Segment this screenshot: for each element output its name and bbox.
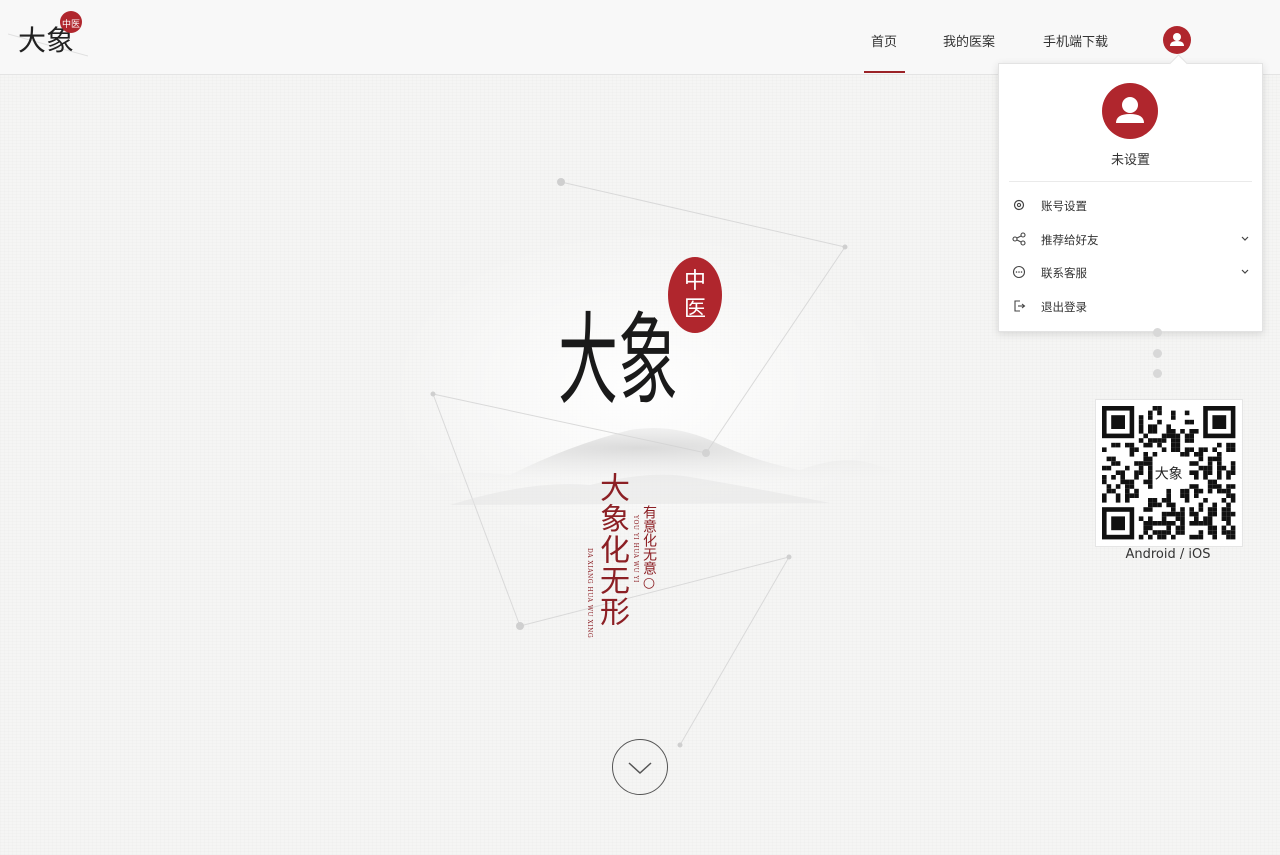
user-dropdown-menu: 未设置 账号设置 推荐给好友 联系客服 退出登录 — [998, 54, 1263, 332]
menu-item-label: 推荐给好友 — [1041, 233, 1099, 247]
brand-logo[interactable]: 大象 中医 — [8, 4, 88, 70]
nav-mobile-download[interactable]: 手机端下载 — [1043, 31, 1108, 50]
slogan-main-pinyin: DA XIANG HUA WU XING — [586, 548, 593, 639]
menu-item-label: 联系客服 — [1041, 266, 1087, 280]
dropdown-divider — [1009, 181, 1252, 182]
menu-item-label: 退出登录 — [1041, 300, 1087, 314]
chevron-down-icon — [1241, 269, 1249, 274]
user-icon — [1170, 33, 1184, 46]
share-icon — [1012, 232, 1026, 246]
slogan-main: 大象化无形 — [594, 472, 629, 627]
logo-seal-text: 中医 — [62, 18, 80, 30]
slogan-sub: 有意化无意○ — [641, 505, 657, 591]
svg-text:大象: 大象 — [1155, 467, 1183, 483]
chevron-down-icon — [628, 762, 652, 775]
chat-icon — [1012, 265, 1026, 279]
menu-item-recommend[interactable]: 推荐给好友 — [999, 225, 1262, 255]
user-icon — [1116, 97, 1144, 123]
slogan-sub-pinyin: YOU YI HUA WU YI — [632, 515, 639, 583]
gear-icon — [1013, 199, 1025, 211]
pager-dot[interactable] — [1153, 328, 1162, 337]
user-menu-button[interactable] — [1163, 26, 1191, 54]
menu-item-logout[interactable]: 退出登录 — [999, 292, 1262, 322]
logout-icon — [1014, 300, 1026, 312]
nav-active-indicator — [864, 71, 905, 73]
hero-seal-char-1: 中 — [684, 269, 706, 294]
nav-my-cases[interactable]: 我的医案 — [943, 31, 995, 50]
pager-dot[interactable] — [1153, 349, 1162, 358]
avatar — [1102, 83, 1158, 139]
hero-logo-text: 大象 — [558, 302, 678, 419]
hero-seal-char-2: 医 — [684, 297, 706, 322]
qr-platform-label: Android / iOS — [1125, 547, 1211, 562]
menu-item-account-settings[interactable]: 账号设置 — [999, 191, 1262, 221]
chevron-down-icon — [1241, 236, 1249, 241]
hero-logo: 大象 中 医 — [558, 257, 722, 419]
download-qr-code: 大象 — [1095, 399, 1243, 547]
username-label: 未设置 — [1110, 153, 1150, 168]
menu-item-contact-support[interactable]: 联系客服 — [999, 258, 1262, 288]
pager-dot[interactable] — [1153, 369, 1162, 378]
menu-item-label: 账号设置 — [1041, 199, 1087, 213]
nav-home[interactable]: 首页 — [871, 31, 897, 50]
scroll-down-button[interactable] — [612, 739, 668, 795]
qr-code-icon: 大象 — [1102, 406, 1236, 540]
